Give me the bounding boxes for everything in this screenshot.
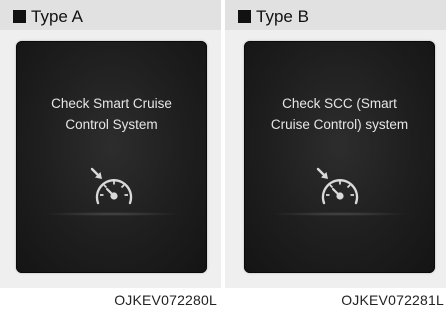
bullet-square-icon (13, 10, 26, 23)
warning-message-line-2: Cruise Control) system (270, 117, 409, 132)
panel-footer: OJKEV072281L (225, 288, 446, 312)
warning-message-line-2: Control System (65, 117, 158, 132)
cluster-display: Check Smart Cruise Control System (16, 41, 207, 273)
panel-type-a: Type A Check Smart Cruise Control System… (0, 0, 221, 312)
display-glow (270, 212, 410, 216)
smart-cruise-gauge-icon (316, 167, 359, 205)
cluster-display: Check SCC (Smart Cruise Control) system (244, 41, 435, 273)
warning-message: Check SCC (Smart Cruise Control) system (244, 93, 435, 135)
panel-header: Type B (225, 0, 446, 30)
display-glow (42, 212, 182, 216)
panel-title: Type B (256, 7, 309, 26)
smart-cruise-gauge-icon (90, 167, 133, 205)
panel-footer: OJKEV072280L (0, 288, 221, 312)
panel-title: Type A (31, 7, 83, 26)
image-code: OJKEV072280L (114, 292, 217, 308)
panel-header: Type A (0, 0, 221, 30)
image-code: OJKEV072281L (341, 292, 444, 308)
warning-message-line-1: Check SCC (Smart (282, 96, 397, 111)
warning-message: Check Smart Cruise Control System (16, 93, 207, 135)
panel-type-b: Type B Check SCC (Smart Cruise Control) … (225, 0, 446, 312)
bullet-square-icon (238, 10, 251, 23)
warning-message-line-1: Check Smart Cruise (51, 96, 172, 111)
